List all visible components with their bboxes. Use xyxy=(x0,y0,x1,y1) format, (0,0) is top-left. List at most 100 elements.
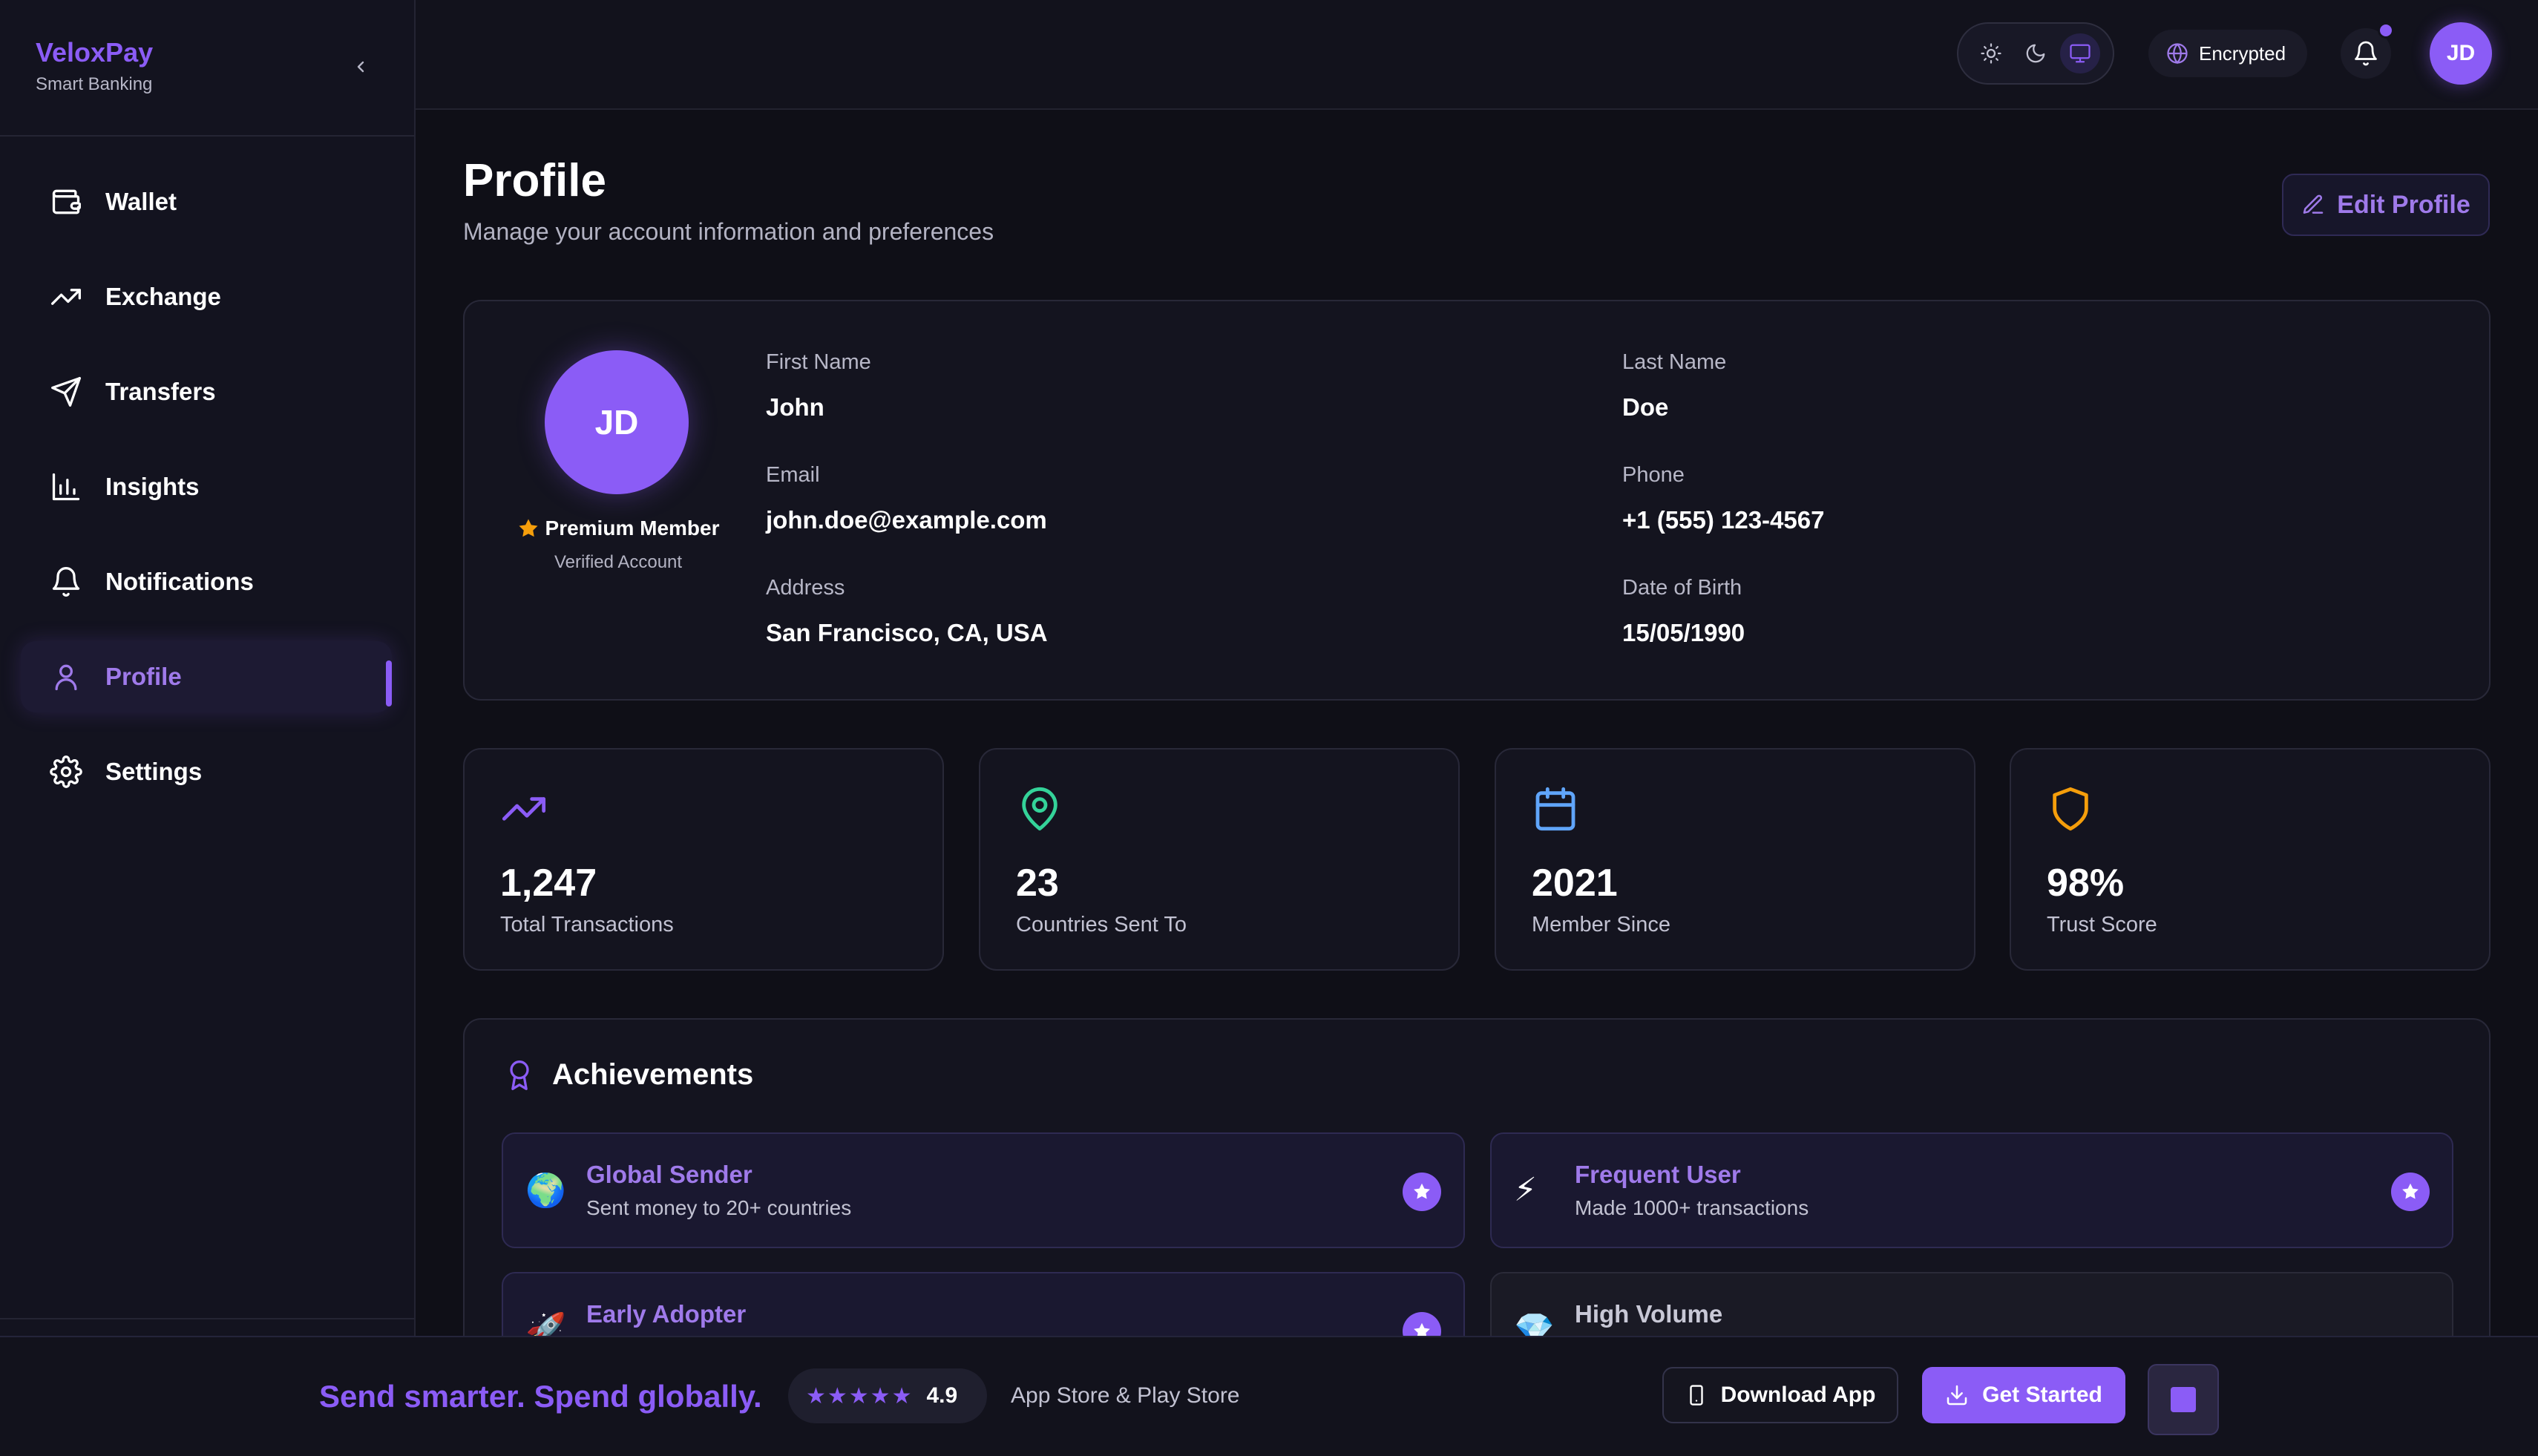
calendar-icon xyxy=(1535,787,1575,831)
stop-square-button[interactable] xyxy=(2148,1364,2219,1435)
bell-icon xyxy=(2355,41,2377,66)
stat-value: 98% xyxy=(2047,862,2125,905)
achievements-card: Achievements 🌍 Global Sender Sent money … xyxy=(463,1018,2491,1389)
star-icon xyxy=(519,519,538,537)
achievement-desc: Sent money to 20+ countries xyxy=(586,1196,852,1219)
stat-label: Member Since xyxy=(1532,913,1670,937)
notifications-button[interactable] xyxy=(2341,22,2394,79)
stat-card-countries: 23 Countries Sent To xyxy=(979,748,1460,971)
user-icon xyxy=(47,658,85,695)
sidebar-divider xyxy=(0,135,416,137)
verification-label: Verified Account xyxy=(554,552,683,572)
edit-profile-label: Edit Profile xyxy=(2337,190,2470,219)
sidebar-item-label: Settings xyxy=(105,758,203,785)
sidebar-item-transfers[interactable]: Transfers xyxy=(21,356,392,427)
stat-card-transactions: 1,247 Total Transactions xyxy=(463,748,944,971)
star-badge-icon xyxy=(2391,1173,2430,1211)
globe-icon: 🌍 xyxy=(525,1173,566,1209)
square-icon xyxy=(2171,1387,2196,1412)
achievement-frequent-user[interactable]: ⚡ Frequent User Made 1000+ transactions xyxy=(1490,1132,2453,1248)
achievement-title: High Volume xyxy=(1575,1300,1723,1328)
theme-system-option[interactable] xyxy=(2060,33,2100,73)
theme-dark-option[interactable] xyxy=(2016,33,2056,73)
email-label: Email xyxy=(766,463,820,487)
active-indicator xyxy=(386,660,392,706)
phone-value: +1 (555) 123-4567 xyxy=(1622,506,1825,534)
brand-name: VeloxPay xyxy=(36,37,154,68)
encrypted-badge[interactable]: Encrypted xyxy=(2148,30,2307,77)
promo-tagline: Send smarter. Spend globally. xyxy=(319,1379,762,1414)
last-name-value: Doe xyxy=(1622,393,1669,421)
theme-light-option[interactable] xyxy=(1971,33,2011,73)
achievement-title: Global Sender xyxy=(586,1161,752,1188)
wallet-icon xyxy=(47,183,85,220)
sidebar-item-label: Insights xyxy=(105,473,200,500)
sidebar-item-notifications[interactable]: Notifications xyxy=(21,546,392,617)
download-app-button[interactable]: Download App xyxy=(1662,1367,1898,1423)
trending-up-icon xyxy=(502,797,546,821)
monitor-icon xyxy=(2070,44,2091,63)
address-label: Address xyxy=(766,576,845,600)
achievement-global-sender[interactable]: 🌍 Global Sender Sent money to 20+ countr… xyxy=(502,1132,1465,1248)
map-pin-icon xyxy=(1022,787,1058,831)
first-name-label: First Name xyxy=(766,350,871,374)
email-value: john.doe@example.com xyxy=(766,506,1047,534)
sidebar-item-settings[interactable]: Settings xyxy=(21,736,392,807)
first-name-value: John xyxy=(766,393,824,421)
sidebar-item-wallet[interactable]: Wallet xyxy=(21,166,392,237)
edit-profile-button[interactable]: Edit Profile xyxy=(2282,174,2490,236)
phone-label: Phone xyxy=(1622,463,1685,487)
chevron-left-icon xyxy=(357,61,364,73)
send-icon xyxy=(47,373,85,410)
notification-dot xyxy=(2378,22,2394,39)
address-value: San Francisco, CA, USA xyxy=(766,619,1048,646)
get-started-button[interactable]: Get Started xyxy=(1922,1367,2125,1423)
page-title: Profile xyxy=(463,155,606,206)
sidebar-item-label: Wallet xyxy=(105,188,177,215)
moon-icon xyxy=(2026,44,2045,63)
achievement-title: Frequent User xyxy=(1575,1161,1741,1188)
last-name-label: Last Name xyxy=(1622,350,1727,374)
stat-label: Total Transactions xyxy=(500,913,674,937)
brand-subtitle: Smart Banking xyxy=(36,74,153,94)
achievement-desc: Made 1000+ transactions xyxy=(1575,1196,1809,1219)
stat-value: 2021 xyxy=(1532,862,1618,905)
rating-value: 4.9 xyxy=(926,1383,958,1408)
shield-icon xyxy=(2053,787,2088,831)
award-icon xyxy=(510,1060,529,1090)
globe-icon xyxy=(2167,43,2188,65)
profile-avatar: JD xyxy=(545,350,689,494)
smartphone-icon xyxy=(1689,1385,1703,1406)
store-availability: App Store & Play Store xyxy=(1011,1383,1240,1408)
sidebar-item-profile[interactable]: Profile xyxy=(21,641,392,712)
get-started-label: Get Started xyxy=(1982,1383,2102,1407)
sidebar-divider-bottom xyxy=(0,1318,416,1319)
encrypted-label: Encrypted xyxy=(2199,42,2286,65)
sidebar-item-exchange[interactable]: Exchange xyxy=(21,261,392,332)
sidebar-item-label: Notifications xyxy=(105,568,254,595)
brand[interactable]: VeloxPay Smart Banking xyxy=(36,37,153,95)
trending-up-icon xyxy=(47,278,85,315)
user-avatar[interactable]: JD xyxy=(2430,22,2492,85)
sidebar: VeloxPay Smart Banking Wallet Exchange T… xyxy=(0,0,416,1336)
promo-bar: Send smarter. Spend globally. ★★★★★ 4.9 … xyxy=(0,1336,2538,1456)
gear-icon xyxy=(47,753,85,790)
topbar: Encrypted JD xyxy=(416,0,2538,110)
rating-badge: ★★★★★ 4.9 xyxy=(788,1368,987,1423)
membership-label: Premium Member xyxy=(545,517,720,540)
collapse-sidebar-button[interactable] xyxy=(343,52,378,82)
stat-card-trust-score: 98% Trust Score xyxy=(2010,748,2491,971)
membership-row: Premium Member xyxy=(511,517,726,540)
theme-toggle xyxy=(1957,22,2114,85)
dob-label: Date of Birth xyxy=(1622,576,1742,600)
bell-icon xyxy=(47,563,85,600)
download-icon xyxy=(1947,1385,1967,1406)
stat-value: 1,247 xyxy=(500,862,597,905)
stat-label: Countries Sent To xyxy=(1016,913,1187,937)
sidebar-item-insights[interactable]: Insights xyxy=(21,451,392,522)
sidebar-item-label: Transfers xyxy=(105,378,216,405)
sidebar-item-label: Exchange xyxy=(105,283,221,310)
stat-card-member-since: 2021 Member Since xyxy=(1495,748,1975,971)
star-badge-icon xyxy=(1403,1173,1441,1211)
achievement-title: Early Adopter xyxy=(586,1300,747,1328)
